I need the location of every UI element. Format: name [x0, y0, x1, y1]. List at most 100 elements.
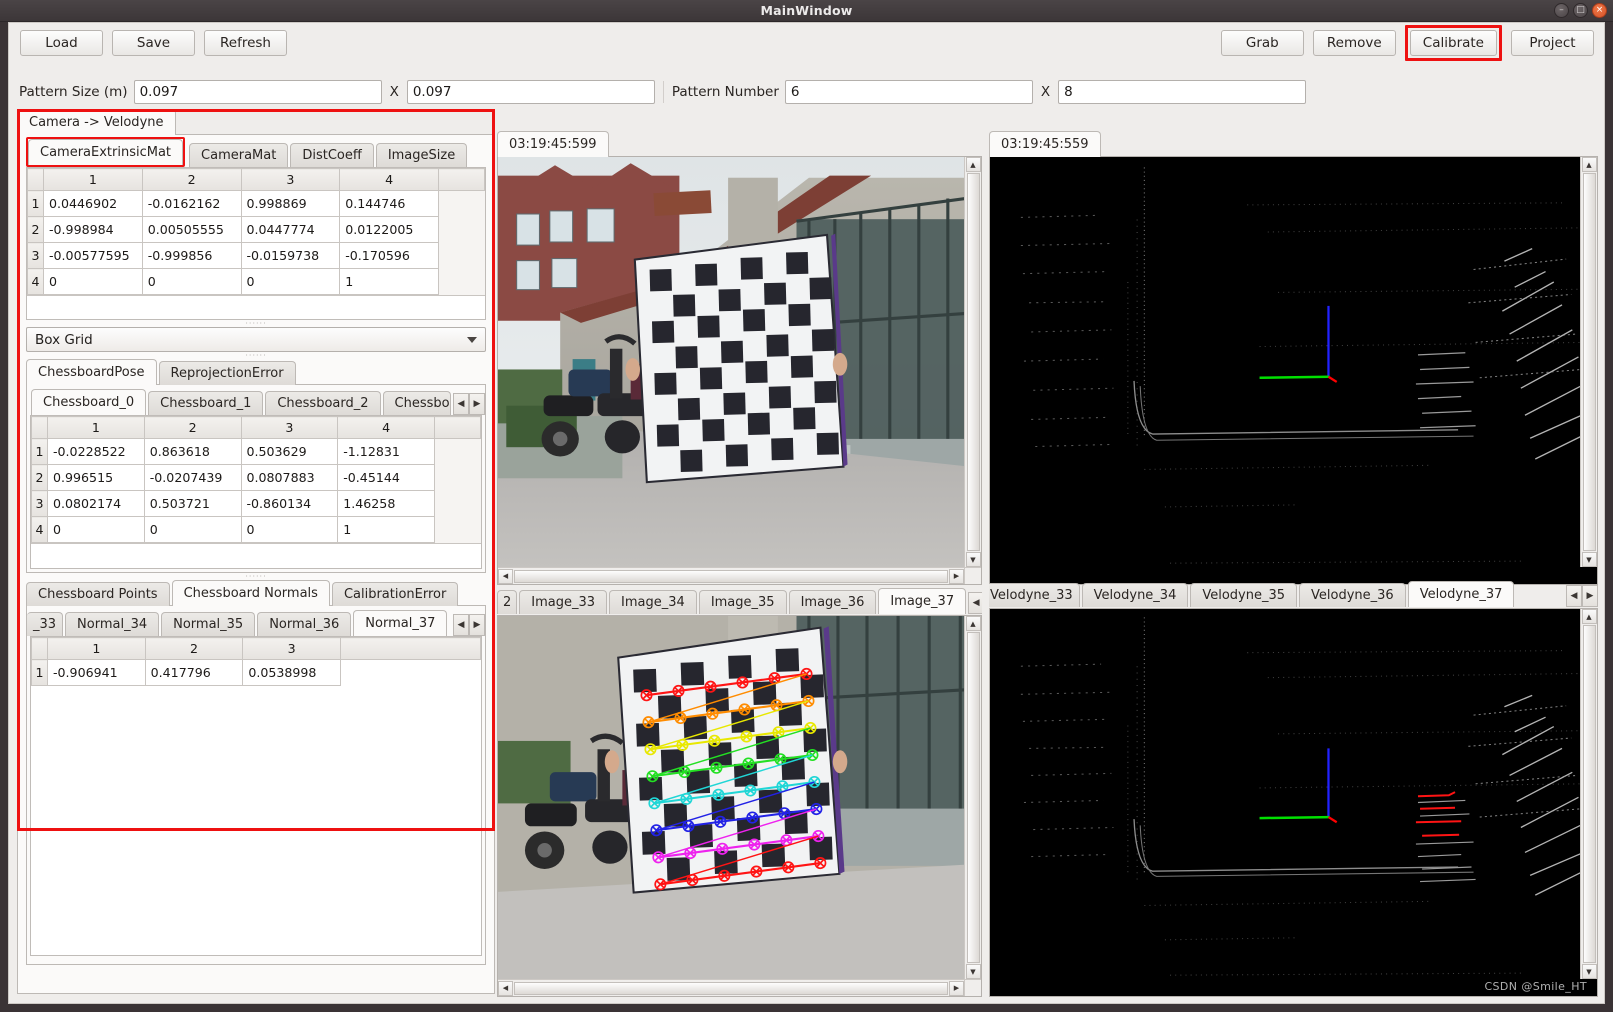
velodyne-prev-arrow-icon[interactable]: ◀	[1566, 585, 1582, 607]
cell[interactable]: 0.503721	[143, 490, 242, 517]
scroll-thumb-vertical[interactable]	[1582, 173, 1596, 551]
cell[interactable]: 0.996515	[47, 464, 145, 491]
cell[interactable]: 0	[141, 268, 242, 295]
scroll-left-arrow-icon[interactable]: ◀	[498, 568, 513, 584]
tab-image-34[interactable]: Image_34	[609, 590, 697, 614]
splitter-handle[interactable]: ······	[18, 319, 494, 327]
scroll-thumb-vertical[interactable]	[966, 173, 980, 551]
tab-chessboard-normals[interactable]: Chessboard Normals	[171, 580, 330, 606]
scroll-thumb-horizontal[interactable]	[514, 981, 948, 995]
tab-chessboard-2[interactable]: Chessboard_2	[265, 391, 381, 415]
calibrate-button[interactable]: Calibrate	[1409, 30, 1497, 56]
cell[interactable]: 1.46258	[337, 490, 435, 517]
col-header-3[interactable]: 3	[240, 416, 339, 439]
col-header-4[interactable]: 4	[339, 168, 439, 191]
velodyne-bottom-vertical-scrollbar[interactable]: ▲ ▼	[1580, 609, 1597, 979]
scroll-thumb-vertical[interactable]	[1582, 625, 1596, 963]
cell[interactable]: 0	[47, 516, 145, 543]
cell[interactable]: 0.503629	[240, 438, 339, 465]
splitter-handle-2[interactable]: ······	[18, 351, 494, 359]
cell[interactable]: -0.906941	[47, 659, 146, 686]
cell[interactable]: -0.45144	[337, 464, 435, 491]
tab-dist-coeff[interactable]: DistCoeff	[290, 143, 374, 167]
cell[interactable]: -0.860134	[240, 490, 339, 517]
project-button[interactable]: Project	[1511, 30, 1594, 56]
tab-camera-velodyne[interactable]: Camera -> Velodyne	[17, 109, 176, 135]
tab-image-35[interactable]: Image_35	[698, 590, 787, 614]
camera-bottom-vertical-scrollbar[interactable]: ▲ ▼	[964, 616, 981, 979]
tab-calibration-error[interactable]: CalibrationError	[331, 582, 459, 606]
tab-velodyne-34[interactable]: Velodyne_34	[1081, 583, 1189, 607]
cell[interactable]: 1	[337, 516, 435, 543]
normal-prev-arrow-icon[interactable]: ◀	[453, 614, 469, 636]
velodyne-top-vertical-scrollbar[interactable]: ▲ ▼	[1580, 157, 1597, 567]
cell[interactable]: 0.144746	[339, 190, 439, 217]
tab-velodyne-36[interactable]: Velodyne_36	[1299, 583, 1406, 607]
tab-chessboard-pose[interactable]: ChessboardPose	[26, 359, 157, 385]
refresh-button[interactable]: Refresh	[204, 30, 287, 56]
scroll-up-arrow-icon[interactable]: ▲	[1581, 157, 1597, 172]
cell[interactable]: -1.12831	[337, 438, 435, 465]
scroll-up-arrow-icon[interactable]: ▲	[965, 616, 981, 631]
tab-chessboard-3[interactable]: Chessboa	[382, 391, 451, 415]
tab-chessboard-points[interactable]: Chessboard Points	[26, 582, 170, 606]
cell[interactable]: 0	[143, 516, 242, 543]
maximize-button[interactable]: □	[1573, 3, 1588, 18]
col-header-3[interactable]: 3	[242, 637, 341, 660]
camera-top-vertical-scrollbar[interactable]: ▲ ▼	[964, 157, 981, 567]
col-header-2[interactable]: 2	[141, 168, 242, 191]
splitter-handle-3[interactable]: ······	[18, 572, 494, 580]
scroll-down-arrow-icon[interactable]: ▼	[965, 552, 981, 567]
tab-camera-timestamp-top[interactable]: 03:19:45:599	[497, 131, 609, 157]
scroll-thumb-horizontal[interactable]	[514, 569, 948, 583]
load-button[interactable]: Load	[20, 30, 103, 56]
col-header-2[interactable]: 2	[144, 637, 244, 660]
close-button[interactable]: ×	[1592, 3, 1607, 18]
tab-image-32[interactable]: 2	[497, 590, 518, 614]
cell[interactable]: -0.00577595	[43, 242, 143, 269]
cell[interactable]: -0.998984	[43, 216, 143, 243]
tab-reprojection-error[interactable]: ReprojectionError	[158, 361, 296, 385]
tab-image-33[interactable]: Image_33	[519, 590, 608, 614]
scroll-right-arrow-icon[interactable]: ▶	[949, 980, 964, 996]
cell[interactable]: 0	[240, 268, 341, 295]
scroll-right-arrow-icon[interactable]: ▶	[949, 568, 964, 584]
grab-button[interactable]: Grab	[1220, 30, 1304, 56]
cell[interactable]: 0.417796	[144, 659, 244, 686]
tab-camera-mat[interactable]: CameraMat	[189, 143, 289, 167]
tab-velodyne-35[interactable]: Velodyne_35	[1190, 583, 1298, 607]
grid-type-combobox[interactable]: Box Grid	[26, 327, 486, 352]
image-prev-arrow-icon[interactable]: ◀	[968, 592, 982, 614]
col-header-1[interactable]: 1	[47, 637, 146, 660]
cell[interactable]: -0.999856	[141, 242, 242, 269]
cell[interactable]: -0.0162162	[141, 190, 242, 217]
pattern-size-y-input[interactable]	[406, 80, 655, 104]
tab-image-36[interactable]: Image_36	[788, 590, 877, 614]
col-header-3[interactable]: 3	[240, 168, 341, 191]
tab-velodyne-37[interactable]: Velodyne_37	[1407, 581, 1515, 607]
col-header-1[interactable]: 1	[43, 168, 143, 191]
normal-next-arrow-icon[interactable]: ▶	[469, 614, 485, 636]
pattern-number-y-input[interactable]	[1058, 80, 1307, 104]
col-header-2[interactable]: 2	[143, 416, 242, 439]
scroll-down-arrow-icon[interactable]: ▼	[1581, 964, 1597, 979]
cell[interactable]: 0.0538998	[242, 659, 341, 686]
tab-chessboard-1[interactable]: Chessboard_1	[148, 391, 264, 415]
cell[interactable]: -0.0159738	[240, 242, 341, 269]
scroll-down-arrow-icon[interactable]: ▼	[965, 964, 981, 979]
scroll-down-arrow-icon[interactable]: ▼	[1581, 552, 1597, 567]
tab-image-size[interactable]: ImageSize	[375, 143, 468, 167]
save-button[interactable]: Save	[112, 30, 195, 56]
pattern-number-x-input[interactable]	[784, 80, 1033, 104]
cell[interactable]: 0.0447774	[240, 216, 341, 243]
minimize-button[interactable]: –	[1554, 3, 1569, 18]
col-header-1[interactable]: 1	[47, 416, 145, 439]
cell[interactable]: -0.0207439	[143, 464, 242, 491]
cell[interactable]: 0.0446902	[43, 190, 143, 217]
scroll-up-arrow-icon[interactable]: ▲	[1581, 609, 1597, 624]
cell[interactable]: 0	[240, 516, 339, 543]
tab-normal-37[interactable]: Normal_37	[353, 610, 448, 636]
cell[interactable]: -0.0228522	[47, 438, 145, 465]
velodyne-next-arrow-icon[interactable]: ▶	[1582, 585, 1598, 607]
remove-button[interactable]: Remove	[1312, 30, 1396, 56]
